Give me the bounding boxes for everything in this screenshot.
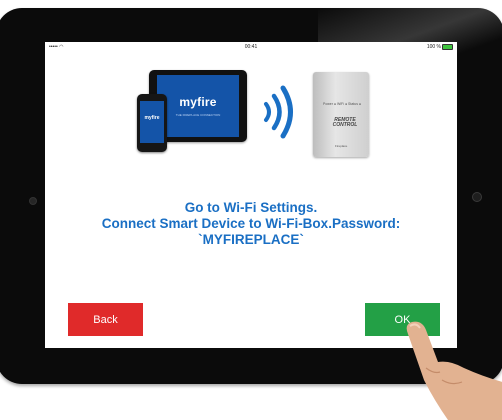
home-button[interactable] <box>472 192 482 202</box>
connection-illustration: myfire THE FIREPLACE CONNECTION myfire P… <box>45 42 457 172</box>
wifi-box-indicators: Power ● WiFi ● Status ● <box>323 102 362 106</box>
tablet-logo: myfire <box>179 95 217 109</box>
phone-image: myfire <box>137 94 167 152</box>
back-button[interactable]: Back <box>68 303 143 336</box>
wifi-box-footer: Fireplace <box>335 144 348 148</box>
instruction-line-2: Connect Smart Device to Wi-Fi-Box.Passwo… <box>101 216 401 231</box>
wifi-signal-icon <box>264 85 293 139</box>
pointing-hand-image <box>406 321 502 420</box>
instruction-text: Go to Wi-Fi Settings. Connect Smart Devi… <box>45 200 457 248</box>
camera-icon <box>29 197 37 205</box>
app-screen: ••••• ◠ 00:41 100 % myfire THE FIREPLACE… <box>45 42 457 348</box>
phone-logo: myfire <box>144 115 160 121</box>
tablet-tagline: THE FIREPLACE CONNECTION <box>175 113 221 117</box>
wifi-box-brand: REMOTE CONTROL <box>332 117 358 128</box>
instruction-line-1: Go to Wi-Fi Settings. <box>184 200 318 215</box>
instruction-line-3: `MYFIREPLACE` <box>198 232 304 247</box>
wifi-box-image: Power ● WiFi ● Status ● REMOTE CONTROL F… <box>313 72 369 157</box>
